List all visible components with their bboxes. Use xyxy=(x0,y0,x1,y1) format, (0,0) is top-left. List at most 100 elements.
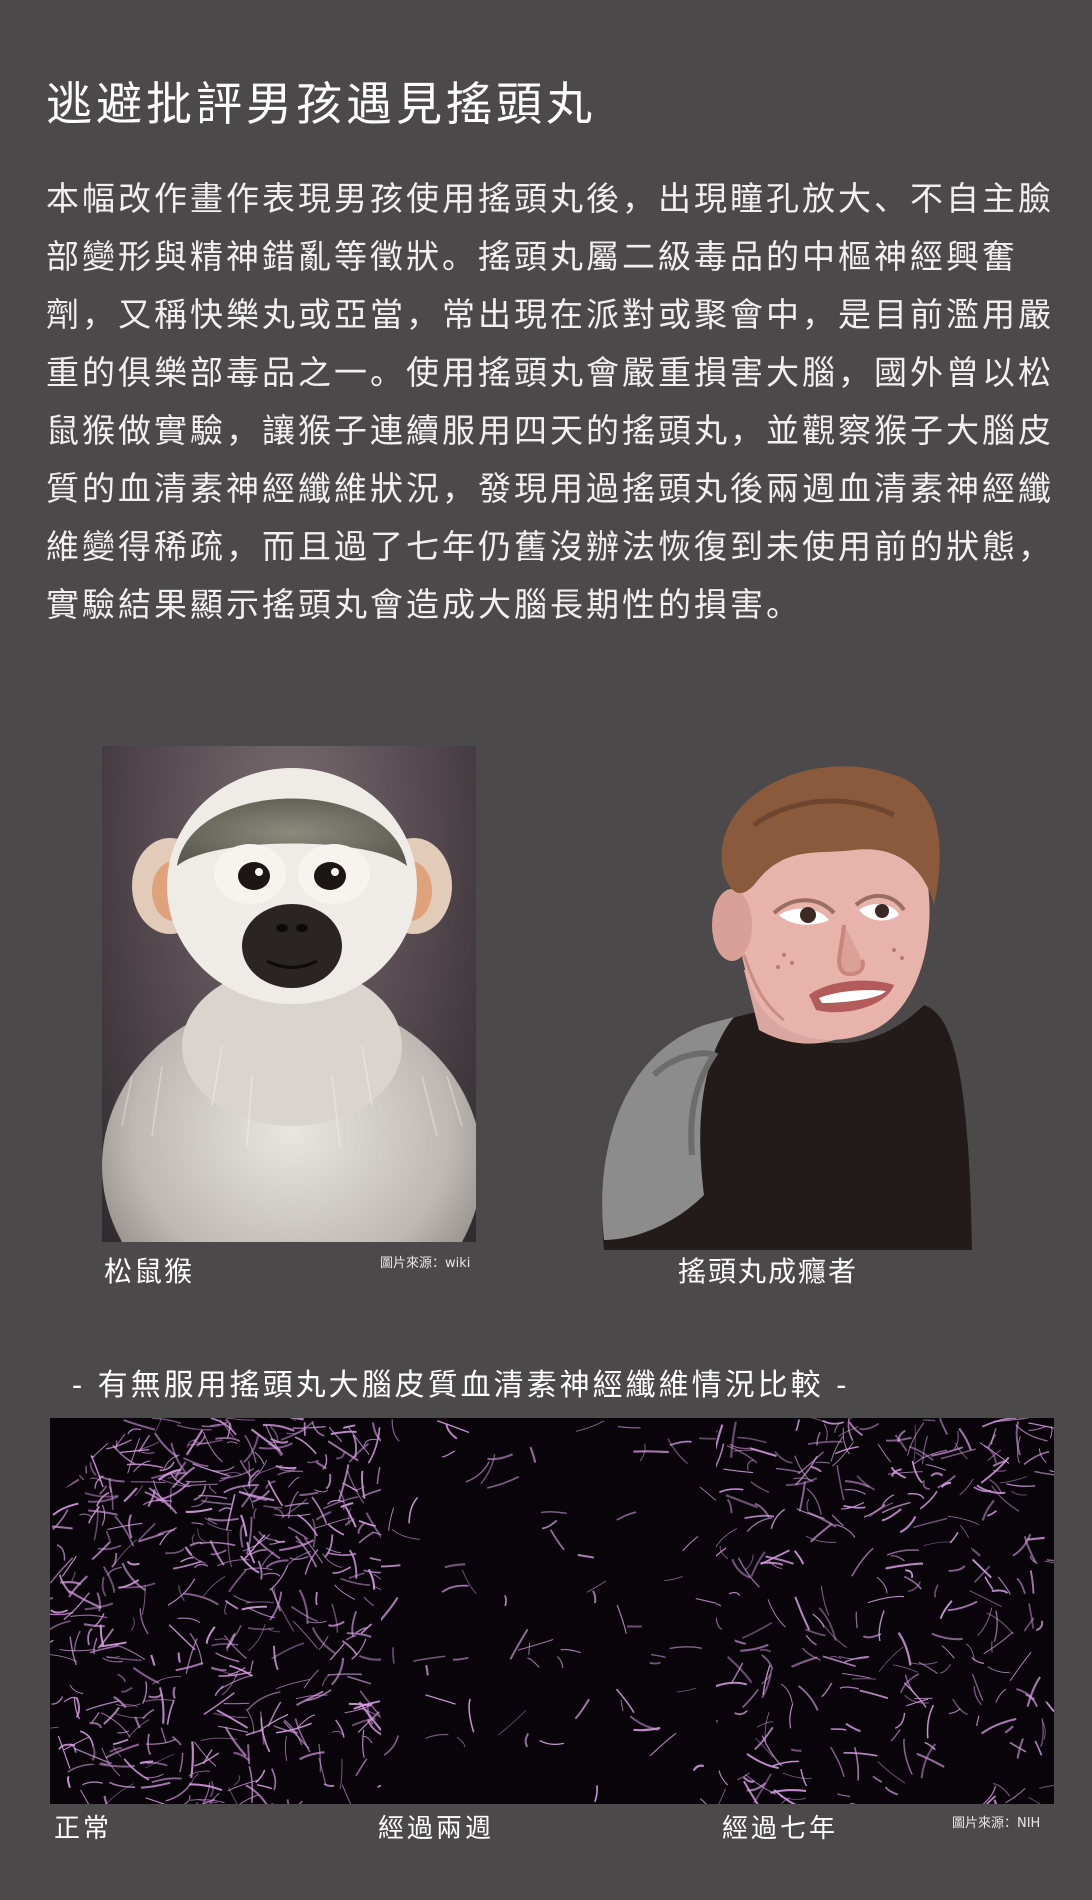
nerve-fiber xyxy=(984,1576,994,1590)
nerve-fiber xyxy=(348,1702,372,1707)
nerve-fiber xyxy=(947,1600,978,1612)
nerve-fiber xyxy=(987,1666,1010,1673)
nerve-fiber xyxy=(716,1720,719,1723)
panel-two-weeks xyxy=(381,1418,716,1804)
nerve-fiber xyxy=(560,1648,581,1654)
nerve-fiber xyxy=(441,1450,456,1458)
nerve-fiber xyxy=(649,1732,677,1757)
nerve-fiber xyxy=(296,1714,315,1730)
nerve-fiber xyxy=(922,1419,936,1422)
nerve-fiber xyxy=(250,1660,254,1671)
nerve-fiber xyxy=(50,1597,53,1600)
nerve-fiber xyxy=(188,1783,223,1792)
nerve-fiber xyxy=(71,1571,76,1582)
nerve-fiber xyxy=(331,1657,345,1686)
nerve-fiber xyxy=(854,1747,860,1781)
nerve-fiber xyxy=(351,1638,367,1660)
nerve-fiber xyxy=(575,1420,605,1432)
nerve-fiber xyxy=(66,1775,71,1789)
nerve-fiber xyxy=(383,1735,399,1756)
nerve-fiber xyxy=(128,1514,133,1539)
nerve-fiber xyxy=(900,1673,920,1694)
nerve-fiber xyxy=(207,1517,239,1522)
nerve-fiber xyxy=(1034,1740,1043,1756)
nerve-fiber xyxy=(59,1648,96,1652)
nerve-fiber xyxy=(456,1736,466,1748)
nerve-fiber xyxy=(884,1786,899,1796)
nerve-fiber xyxy=(348,1442,370,1463)
nerve-fiber xyxy=(361,1470,366,1499)
nerve-fiber xyxy=(311,1496,328,1524)
nerve-fiber xyxy=(629,1715,659,1731)
nerve-fiber xyxy=(798,1481,806,1512)
nerve-fiber xyxy=(805,1628,826,1637)
nerve-fiber xyxy=(716,1443,725,1468)
nerve-fiber xyxy=(352,1434,357,1458)
nerve-fiber xyxy=(780,1683,793,1704)
nerve-fiber xyxy=(257,1560,263,1580)
nerve-fiber xyxy=(284,1736,288,1761)
nerve-fiber xyxy=(200,1541,236,1547)
nerve-fiber xyxy=(985,1795,997,1804)
nerve-fiber xyxy=(325,1473,332,1490)
nerve-fiber xyxy=(179,1752,184,1773)
nerve-fiber xyxy=(185,1507,213,1513)
nerve-fiber xyxy=(215,1652,240,1663)
nerve-fiber xyxy=(263,1505,282,1509)
nerve-fiber xyxy=(226,1441,238,1445)
nerve-fiber xyxy=(101,1576,107,1597)
nerve-fiber xyxy=(726,1498,733,1514)
nerve-fiber xyxy=(210,1666,227,1672)
nerve-fiber xyxy=(202,1431,223,1463)
nerve-fiber xyxy=(716,1528,737,1548)
nerve-fiber xyxy=(205,1626,216,1644)
nerve-fiber xyxy=(256,1784,273,1790)
nerve-fiber xyxy=(517,1638,554,1651)
nerve-fiber xyxy=(239,1523,244,1548)
nerve-fiber xyxy=(172,1686,176,1699)
nerve-fiber xyxy=(214,1638,227,1641)
nerve-fiber xyxy=(821,1682,833,1698)
nerve-fiber xyxy=(425,1694,456,1705)
nerve-fiber xyxy=(789,1703,794,1729)
nerve-fiber xyxy=(850,1802,857,1804)
nerve-fiber xyxy=(772,1760,799,1767)
nerve-fiber xyxy=(995,1688,1007,1703)
nerve-fiber xyxy=(191,1773,199,1783)
nerve-fiber xyxy=(487,1475,520,1489)
nerve-fiber xyxy=(986,1612,1014,1635)
nerve-fiber xyxy=(1038,1448,1047,1463)
nerve-fiber xyxy=(504,1595,507,1607)
nerve-fiber xyxy=(919,1490,938,1510)
panel-seven-years xyxy=(716,1418,1054,1804)
nerve-fiber xyxy=(676,1687,697,1693)
nerve-fiber xyxy=(795,1419,800,1432)
nerve-fiber xyxy=(926,1704,935,1739)
nerve-fiber xyxy=(577,1553,594,1559)
nerve-fiber xyxy=(524,1732,530,1748)
nerve-fiber xyxy=(340,1502,354,1508)
nerve-fiber xyxy=(747,1459,754,1471)
nerve-fiber xyxy=(620,1700,624,1712)
nerve-fiber xyxy=(105,1530,112,1544)
nerve-fiber xyxy=(991,1640,994,1653)
nerve-fiber xyxy=(267,1701,282,1727)
nerve-fiber xyxy=(800,1768,808,1787)
nerve-fiber xyxy=(185,1480,207,1483)
nerve-fiber xyxy=(615,1688,635,1714)
nerve-fiber xyxy=(983,1631,1014,1655)
panel-normal xyxy=(50,1418,381,1804)
nerve-fiber xyxy=(265,1559,289,1569)
nerve-fiber xyxy=(130,1481,166,1483)
nerve-fiber xyxy=(82,1781,103,1786)
nerve-fiber xyxy=(617,1425,641,1429)
nerve-fiber xyxy=(112,1738,129,1745)
nerve-fiber xyxy=(976,1715,980,1727)
nerve-fiber xyxy=(876,1576,888,1594)
nerve-fiber xyxy=(218,1725,249,1733)
nerve-fiber xyxy=(91,1712,100,1724)
nerve-fiber xyxy=(1029,1570,1035,1594)
nerve-fiber xyxy=(56,1544,66,1561)
nerve-fiber xyxy=(151,1777,182,1784)
nerve-fiber xyxy=(798,1685,819,1711)
